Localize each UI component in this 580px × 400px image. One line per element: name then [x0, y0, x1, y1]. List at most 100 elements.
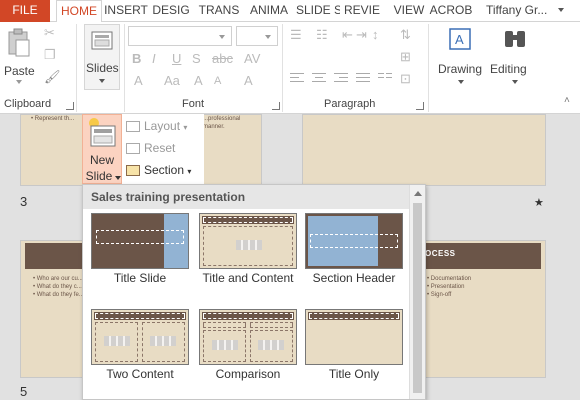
chevron-down-icon	[219, 35, 225, 39]
increase-indent-icon[interactable]: ⇥	[356, 28, 367, 42]
layout-section-header[interactable]: Section Header	[305, 213, 403, 291]
layout-button[interactable]: Layout ▾	[126, 116, 187, 136]
underline-icon[interactable]: U	[172, 52, 181, 66]
tab-home[interactable]: HOME	[56, 0, 102, 23]
collapse-ribbon-icon[interactable]: ˄	[564, 94, 570, 108]
increase-font-icon[interactable]: A	[194, 74, 203, 88]
text-direction-icon[interactable]: ⇅	[400, 28, 411, 42]
font-group-label: Font	[182, 98, 205, 110]
section-icon	[126, 165, 140, 177]
layout-name: Section Header	[312, 271, 396, 285]
scroll-up-icon[interactable]	[414, 191, 422, 196]
slide-bullet-text: • Documentation • Presentation • Sign-of…	[427, 276, 472, 298]
line-spacing-icon[interactable]: ↕	[372, 28, 379, 42]
columns-icon[interactable]	[378, 72, 392, 84]
section-label: Section	[144, 163, 185, 177]
paste-button[interactable]: Paste	[4, 28, 35, 84]
smartart-icon[interactable]: ⊡	[400, 72, 411, 86]
shadow-icon[interactable]: S	[192, 52, 201, 66]
chevron-down-icon: ▾	[187, 167, 192, 176]
chevron-down-icon	[558, 8, 564, 12]
layout-thumbnail	[199, 213, 297, 269]
slide-bullet-text: • Who are our cu... • What do they c... …	[33, 276, 84, 298]
new-slide-label-line2: Slide	[85, 169, 113, 183]
layout-name: Comparison	[215, 367, 281, 381]
tab-slide-show[interactable]: SLIDE S	[296, 0, 340, 22]
layout-name: Title Only	[328, 367, 380, 381]
chevron-down-icon	[99, 79, 105, 83]
change-case-icon[interactable]: Aa	[164, 74, 180, 88]
paragraph-group-label: Paragraph	[324, 98, 376, 110]
tab-design[interactable]: DESIG	[150, 0, 192, 22]
ribbon: Paste ✂ ❐ 🖌 Clipboard Slides B I U S abc…	[0, 22, 580, 114]
italic-icon[interactable]: I	[152, 52, 156, 66]
layout-thumbnail	[199, 309, 297, 365]
slide-bullet-text: • Represent th...	[31, 116, 75, 122]
paragraph-launcher-icon[interactable]	[416, 102, 424, 110]
section-button[interactable]: Section ▾	[126, 160, 191, 180]
cut-icon[interactable]: ✂	[44, 26, 55, 40]
chevron-down-icon	[458, 80, 464, 84]
user-account[interactable]: Tiffany Gr...	[484, 0, 580, 22]
paste-label: Paste	[4, 64, 35, 78]
clipboard-group-label: Clipboard	[4, 98, 52, 110]
font-color-icon[interactable]: A	[134, 74, 143, 88]
tab-transitions[interactable]: TRANS	[196, 0, 242, 22]
bullets-icon[interactable]: ☰	[290, 28, 302, 42]
layout-title-and-content[interactable]: Title and Content	[199, 213, 297, 291]
align-left-icon[interactable]	[290, 72, 304, 84]
chevron-down-icon	[115, 176, 121, 180]
layout-gallery: Sales training presentation Title Slide …	[82, 184, 426, 400]
align-right-icon[interactable]	[334, 72, 348, 84]
align-center-icon[interactable]	[312, 72, 326, 84]
numbering-icon[interactable]: ☷	[316, 28, 328, 42]
bold-icon[interactable]: B	[132, 52, 141, 66]
clear-formatting-icon[interactable]: A	[244, 74, 253, 88]
layout-label: Layout	[144, 119, 181, 133]
align-text-icon[interactable]: ⊞	[400, 50, 411, 64]
drawing-label: Drawing	[438, 62, 483, 76]
binoculars-icon	[505, 31, 525, 47]
copy-icon[interactable]: ❐	[44, 48, 56, 62]
tab-file[interactable]: FILE	[0, 0, 50, 22]
layout-title-only[interactable]: Title Only	[305, 309, 403, 387]
divider	[282, 24, 283, 112]
clipboard-launcher-icon[interactable]	[66, 102, 74, 110]
font-size-dropdown[interactable]	[236, 26, 278, 46]
justify-icon[interactable]	[356, 72, 370, 84]
decrease-indent-icon[interactable]: ⇤	[342, 28, 353, 42]
slide-thumbnail[interactable]	[302, 114, 546, 186]
layout-name: Title Slide	[113, 271, 167, 285]
clipboard-icon	[8, 28, 30, 57]
editing-button[interactable]: Editing	[490, 24, 540, 90]
layout-two-content[interactable]: Two Content	[91, 309, 189, 387]
tab-insert[interactable]: INSERT	[104, 0, 148, 22]
layout-comparison[interactable]: Comparison	[199, 309, 297, 387]
slide-body-text: ...professional manner.	[203, 116, 241, 130]
new-slide-icon	[89, 118, 116, 147]
star-icon: ★	[534, 197, 544, 209]
scroll-thumb[interactable]	[413, 203, 422, 393]
layout-thumbnail	[305, 309, 403, 365]
tab-animations[interactable]: ANIMA	[246, 0, 292, 22]
format-painter-icon[interactable]: 🖌	[44, 70, 61, 84]
svg-text:A: A	[455, 32, 464, 47]
divider	[76, 24, 77, 112]
tab-acrobat[interactable]: ACROB	[428, 0, 474, 22]
font-launcher-icon[interactable]	[272, 102, 280, 110]
font-name-dropdown[interactable]	[128, 26, 232, 46]
new-slide-button[interactable]: New Slide	[82, 114, 122, 184]
tab-review[interactable]: REVIE	[342, 0, 382, 22]
slides-button[interactable]: Slides	[84, 24, 120, 90]
layout-title-slide[interactable]: Title Slide	[91, 213, 189, 291]
reset-button[interactable]: Reset	[126, 138, 175, 158]
reset-label: Reset	[144, 141, 176, 155]
drawing-button[interactable]: A Drawing	[436, 24, 486, 90]
character-spacing-icon[interactable]: AV	[244, 52, 260, 66]
layout-name: Title and Content	[202, 271, 294, 285]
strikethrough-icon[interactable]: abc	[212, 52, 233, 66]
slide-number: 5	[20, 384, 28, 399]
decrease-font-icon[interactable]: A	[214, 74, 221, 88]
tab-view[interactable]: VIEW	[392, 0, 426, 22]
layout-thumbnail	[91, 213, 189, 269]
